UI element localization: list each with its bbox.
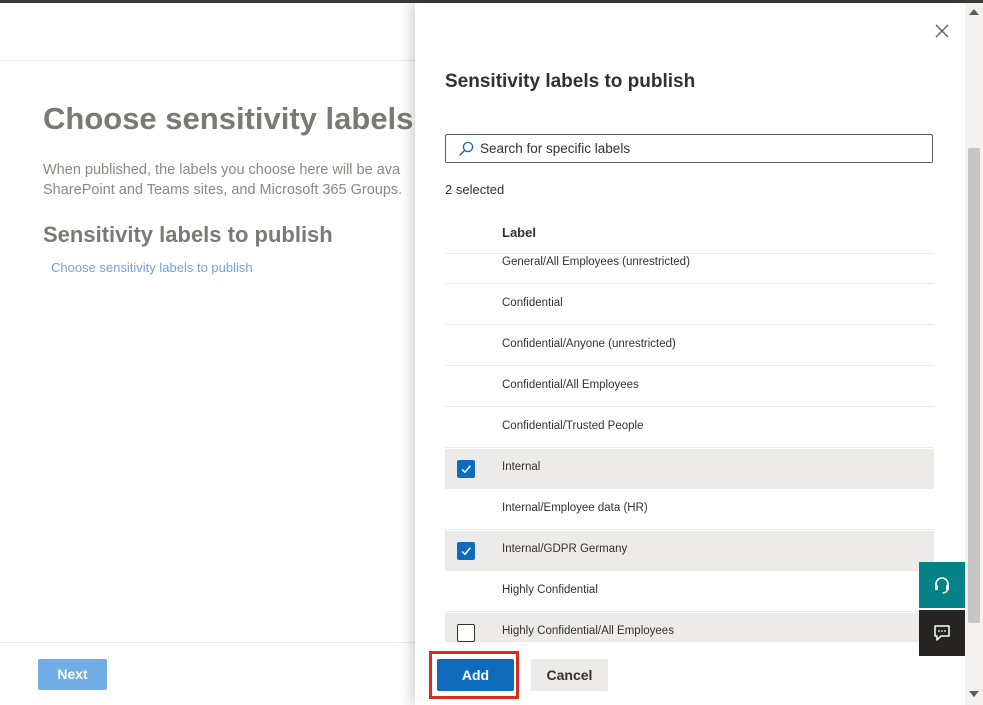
checkmark-icon: [461, 465, 471, 474]
label-row[interactable]: Confidential/Anyone (unrestricted): [445, 326, 934, 366]
section-title: Sensitivity labels to publish: [43, 222, 333, 247]
close-panel-button[interactable]: [931, 20, 953, 42]
selected-count: 2 selected: [445, 182, 505, 197]
choose-labels-link[interactable]: Choose sensitivity labels to publish: [51, 260, 253, 275]
label-name: Confidential/Anyone (unrestricted): [502, 338, 676, 350]
description-line-2: SharePoint and Teams sites, and Microsof…: [43, 182, 403, 198]
column-header-label[interactable]: Label: [502, 225, 536, 240]
scroll-up-arrow-icon[interactable]: [969, 9, 979, 15]
label-row[interactable]: Highly Confidential: [445, 572, 934, 612]
search-icon: [459, 141, 474, 156]
checkbox-checked[interactable]: [457, 542, 475, 560]
label-row[interactable]: Internal/GDPR Germany: [445, 531, 934, 571]
label-name: Internal/Employee data (HR): [502, 502, 648, 514]
label-row[interactable]: Highly Confidential/All Employees: [445, 613, 934, 642]
label-name: Internal/GDPR Germany: [502, 543, 628, 555]
checkbox-checked[interactable]: [457, 460, 475, 478]
label-row[interactable]: Confidential: [445, 285, 934, 325]
label-name: Highly Confidential/All Employees: [502, 625, 674, 637]
footer-divider: [0, 642, 420, 643]
label-row[interactable]: General/All Employees (unrestricted): [445, 254, 934, 284]
search-input[interactable]: [480, 135, 920, 162]
close-icon: [935, 24, 949, 38]
labels-list: General/All Employees (unrestricted) Conf…: [445, 254, 934, 642]
help-button[interactable]: [919, 562, 965, 608]
checkbox-unchecked[interactable]: [457, 624, 475, 642]
page-title: Choose sensitivity labels t: [43, 101, 433, 136]
header-divider: [0, 60, 420, 61]
label-name: General/All Employees (unrestricted): [502, 256, 690, 268]
feedback-button[interactable]: [919, 610, 965, 656]
search-box[interactable]: [445, 134, 933, 163]
label-row[interactable]: Internal/Employee data (HR): [445, 490, 934, 530]
cancel-button[interactable]: Cancel: [531, 659, 608, 691]
label-name: Confidential/All Employees: [502, 379, 639, 391]
feedback-icon: [934, 625, 950, 641]
label-row[interactable]: Internal: [445, 449, 934, 489]
panel-title: Sensitivity labels to publish: [445, 71, 696, 92]
page-description: When published, the labels you choose he…: [43, 160, 423, 200]
label-row[interactable]: Confidential/All Employees: [445, 367, 934, 407]
description-line-1: When published, the labels you choose he…: [43, 162, 401, 178]
label-name: Confidential: [502, 297, 563, 309]
headset-icon: [935, 577, 949, 594]
label-name: Confidential/Trusted People: [502, 420, 644, 432]
label-row[interactable]: Confidential/Trusted People: [445, 408, 934, 448]
scroll-down-arrow-icon[interactable]: [969, 691, 979, 697]
label-name: Highly Confidential: [502, 584, 598, 596]
scrollbar-thumb[interactable]: [968, 148, 980, 623]
labels-side-panel: Sensitivity labels to publish 2 selected…: [415, 3, 965, 705]
label-name: Internal: [502, 461, 541, 473]
add-button[interactable]: Add: [437, 659, 514, 691]
checkmark-icon: [461, 547, 471, 556]
next-button[interactable]: Next: [38, 659, 107, 690]
page-scrollbar[interactable]: [965, 3, 983, 705]
